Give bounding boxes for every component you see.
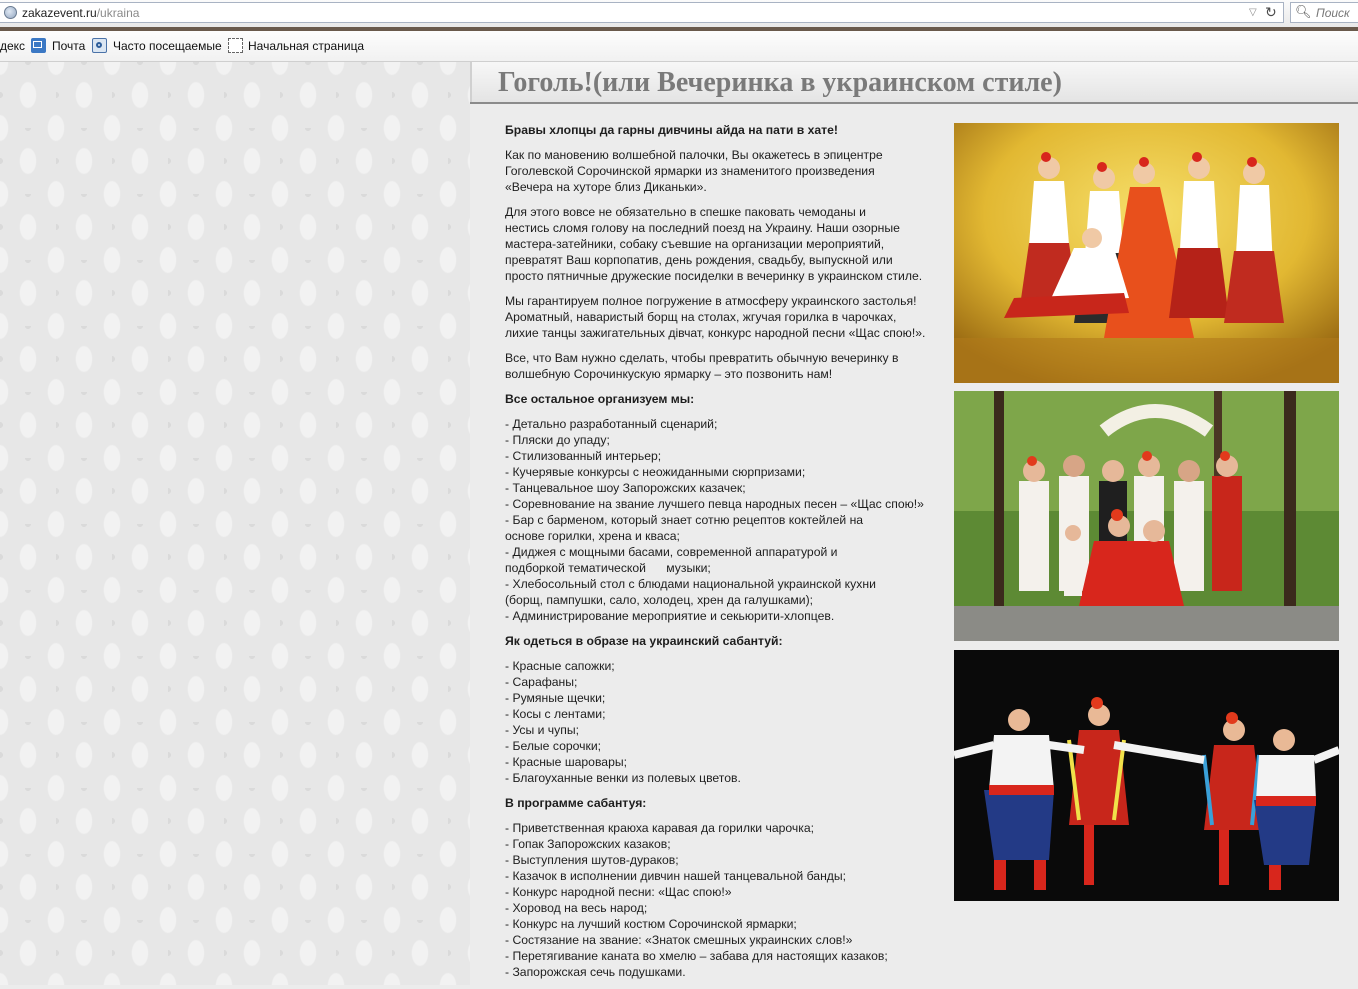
- list-item: - Хлебосольный стол с блюдами национальн…: [505, 577, 876, 591]
- list-item: - Состязание на звание: «Знаток смешных …: [505, 933, 853, 947]
- globe-icon: [4, 6, 17, 19]
- photo-park-group: [954, 391, 1339, 641]
- page-icon: [228, 38, 243, 53]
- list-item: - Конкурс на лучший костюм Сорочинской я…: [505, 917, 797, 931]
- list-item: - Выступления шутов-дураков;: [505, 853, 679, 867]
- browser-toolbar: zakazevent.ru/ukraina ▽ ↻ 🔍︎ Поиск: [0, 0, 1358, 28]
- program-heading: В программе сабантуя:: [505, 796, 647, 810]
- paragraph: Все, что Вам нужно сделать, чтобы превра…: [505, 351, 899, 381]
- paragraph: Для этого вовсе не обязательно в спешке …: [505, 205, 923, 283]
- list-item: (борщ, пампушки, сало, холодец, хрен да …: [505, 593, 814, 607]
- list-item: - Перетягивание каната во хмелю – забава…: [505, 949, 888, 963]
- list-item: основе горилки, хрена и кваса;: [505, 529, 680, 543]
- list-item: - Соревнование на звание лучшего певца н…: [505, 497, 924, 511]
- list-item: - Красные сапожки;: [505, 659, 615, 673]
- photo-dark-stage-dancers: [954, 650, 1339, 901]
- list-item: - Косы с лентами;: [505, 707, 606, 721]
- list-item: - Благоуханные венки из полевых цветов.: [505, 771, 741, 785]
- article-text: Бравы хлопцы да гарны дивчины айда на па…: [505, 122, 955, 989]
- url-path: /ukraina: [96, 6, 140, 20]
- title-bar: Гоголь!(или Вечеринка в украинском стиле…: [470, 62, 1358, 102]
- dress-heading: Як одеться в образе на украинский сабант…: [505, 634, 783, 648]
- organize-list: - Детально разработанный сценарий; - Пля…: [505, 416, 955, 624]
- search-icon[interactable]: 🔍︎: [1295, 4, 1312, 20]
- bookmark-homepage[interactable]: Начальная страница: [248, 39, 364, 53]
- organize-heading: Все остальное организуем мы:: [505, 392, 695, 406]
- list-item: - Пляски до упаду;: [505, 433, 610, 447]
- list-item: - Красные шаровары;: [505, 755, 627, 769]
- list-item: - Белые сорочки;: [505, 739, 602, 753]
- reload-icon[interactable]: ↻: [1265, 4, 1277, 21]
- list-item: - Усы и чупы;: [505, 723, 579, 737]
- list-item: - Хоровод на весь народ;: [505, 901, 648, 915]
- list-item: - Кучерявые конкурсы с неожиданными сюрп…: [505, 465, 806, 479]
- url-host: zakazevent.ru: [22, 6, 97, 20]
- paragraph: Как по мановению волшебной палочки, Вы о…: [505, 148, 883, 194]
- address-bar[interactable]: zakazevent.ru/ukraina ▽ ↻: [0, 2, 1284, 23]
- bookmark-yandex[interactable]: декс: [0, 39, 25, 53]
- list-item: - Танцевальное шоу Запорожских казачек;: [505, 481, 746, 495]
- list-item: - Гопак Запорожских казаков;: [505, 837, 671, 851]
- title-underline: [470, 102, 1358, 104]
- list-item: - Сарафаны;: [505, 675, 578, 689]
- intro-heading: Бравы хлопцы да гарны дивчины айда на па…: [505, 123, 838, 137]
- list-item: - Диджея с мощными басами, современной а…: [505, 545, 838, 559]
- list-item: - Детально разработанный сценарий;: [505, 417, 718, 431]
- search-placeholder: Поиск: [1316, 6, 1350, 20]
- url-text[interactable]: zakazevent.ru/ukraina: [22, 6, 139, 20]
- mail-icon: [31, 38, 46, 53]
- list-item: - Приветственная краюха каравая да горил…: [505, 821, 814, 835]
- article-content: Гоголь!(или Вечеринка в украинском стиле…: [470, 62, 1358, 985]
- list-item: - Конкурс народной песни: «Щас спою!»: [505, 885, 732, 899]
- list-item: - Стилизованный интерьер;: [505, 449, 662, 463]
- list-item: подборкой тематической музыки;: [505, 561, 711, 575]
- paragraph: Мы гарантируем полное погружение в атмос…: [505, 294, 926, 340]
- damask-background: [0, 62, 470, 985]
- list-item: - Казачок в исполнении дивчин нашей танц…: [505, 869, 847, 883]
- photo-stage-dancers: [954, 123, 1339, 383]
- program-list: - Приветственная краюха каравая да горил…: [505, 820, 955, 980]
- page-title: Гоголь!(или Вечеринка в украинском стиле…: [498, 67, 1062, 98]
- dress-list: - Красные сапожки; - Сарафаны; - Румяные…: [505, 658, 955, 786]
- search-input[interactable]: 🔍︎ Поиск: [1290, 2, 1358, 23]
- bookmark-frequent[interactable]: Часто посещаемые: [113, 39, 222, 53]
- list-item: - Запорожская сечь подушками.: [505, 965, 686, 979]
- list-item: - Администрирование мероприятие и секьюр…: [505, 609, 835, 623]
- bookmarks-bar: декс Почта Часто посещаемые Начальная ст…: [0, 31, 1358, 62]
- list-item: - Бар с барменом, который знает сотню ре…: [505, 513, 864, 527]
- list-item: - Румяные щечки;: [505, 691, 606, 705]
- dropdown-arrow-icon[interactable]: ▽: [1249, 7, 1257, 18]
- bookmark-mail[interactable]: Почта: [52, 39, 85, 53]
- frequent-icon: [92, 38, 107, 53]
